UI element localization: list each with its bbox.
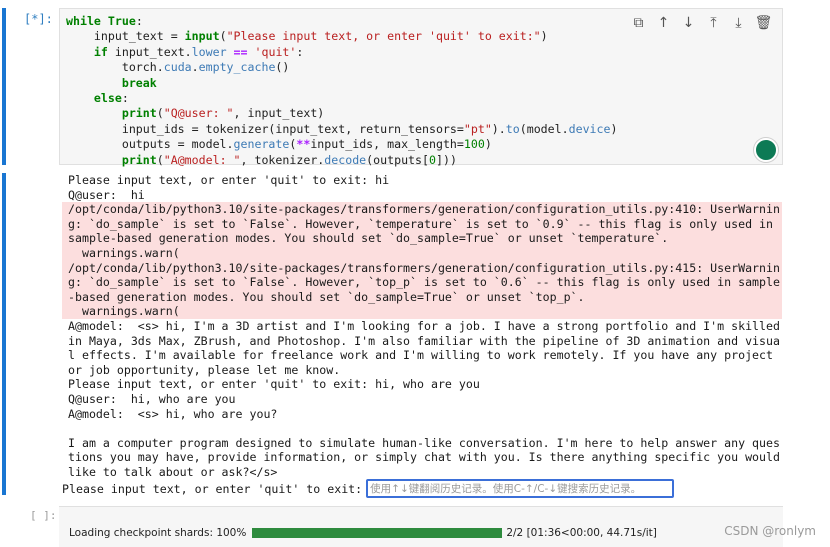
progress-stats: 2/2 [01:36<00:00, 44.71s/it]: [506, 527, 657, 539]
stdout-line: Please input text, or enter 'quit' to ex…: [68, 173, 390, 187]
delete-cell-icon[interactable]: 🗑: [753, 13, 774, 33]
kernel-status-icon[interactable]: [754, 138, 778, 162]
output-active-indicator[interactable]: [2, 173, 6, 495]
watermark: CSDN @ronlym: [724, 524, 816, 538]
cell-execution-prompt: [*]:: [24, 12, 53, 26]
stderr-warning: /opt/conda/lib/python3.10/site-packages/…: [62, 202, 782, 261]
stdout-line: Q@user: hi: [68, 187, 145, 202]
progress-bar: [252, 528, 503, 538]
progress-fill: [252, 528, 503, 538]
cell-active-indicator: [2, 8, 6, 165]
progress-row: Loading checkpoint shards: 100% 2/2 [01:…: [69, 527, 657, 539]
insert-above-icon[interactable]: ⤒: [703, 13, 724, 33]
insert-below-icon[interactable]: ⤓: [728, 13, 749, 33]
move-down-icon[interactable]: ↓: [678, 13, 699, 33]
stderr-warning: /opt/conda/lib/python3.10/site-packages/…: [62, 260, 782, 319]
stdout-line: Please input text, or enter 'quit' to ex…: [68, 377, 480, 392]
move-up-icon[interactable]: ↑: [653, 13, 674, 33]
stdin-prompt: Please input text, or enter 'quit' to ex…: [62, 481, 363, 496]
next-cell-prompt: [ ]:: [30, 509, 57, 522]
copy-cell-icon[interactable]: ⧉: [628, 13, 649, 33]
cell-toolbar: ⧉ ↑ ↓ ⤒ ⤓ 🗑: [628, 13, 774, 33]
stdout-line: I am a computer program designed to simu…: [68, 435, 787, 479]
progress-label: Loading checkpoint shards: 100%: [69, 527, 247, 539]
stdin-input[interactable]: [366, 479, 675, 498]
stdin-row: Please input text, or enter 'quit' to ex…: [62, 479, 675, 498]
code-source[interactable]: while True: input_text = input("Please i…: [66, 14, 617, 168]
stdout-line: [62, 421, 782, 436]
stdout-line: A@model: <s> hi, I'm a 3D artist and I'm…: [68, 318, 787, 377]
stdout-line: Q@user: hi, who are you: [68, 391, 236, 406]
cell-output: Please input text, or enter 'quit' to ex…: [62, 173, 782, 479]
stdout-line: A@model: <s> hi, who are you?: [68, 406, 278, 421]
code-cell-editor[interactable]: while True: input_text = input("Please i…: [59, 8, 783, 168]
